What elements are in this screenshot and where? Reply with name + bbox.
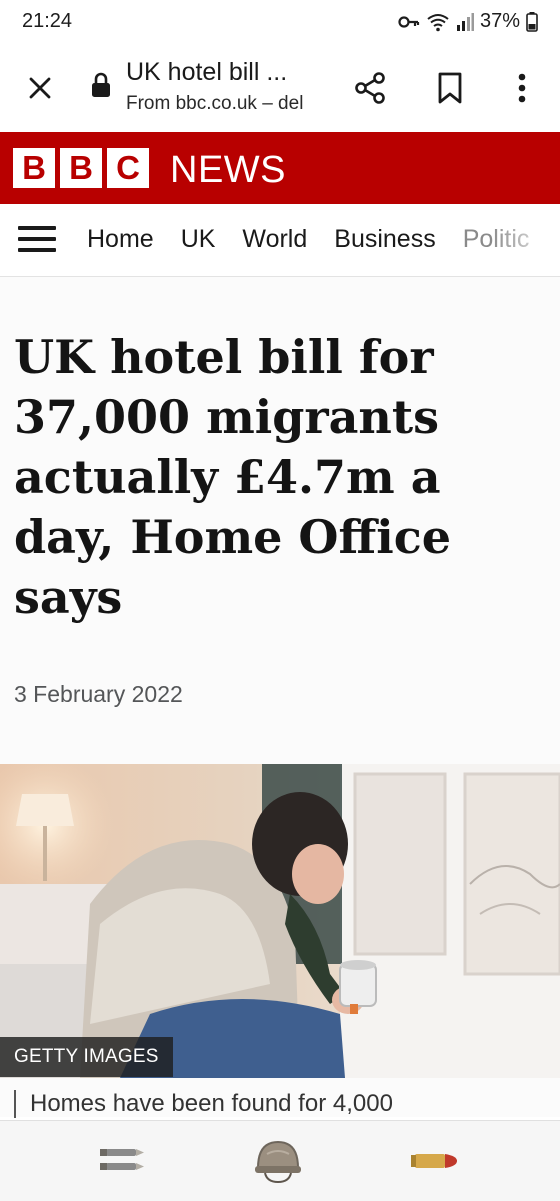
close-icon[interactable] [20, 68, 60, 108]
battery-label: 37% [479, 10, 520, 32]
hamburger-menu-icon[interactable] [18, 226, 56, 256]
bookmark-icon[interactable] [428, 66, 472, 110]
status-bar: 21:24 37% [0, 0, 560, 46]
nav-items: Home UK World Business Politic [87, 225, 529, 254]
status-icons: 37% [398, 10, 538, 33]
page-title[interactable]: UK hotel bill ... [126, 58, 326, 87]
section-nav: Home UK World Business Politic [0, 204, 560, 277]
vpn-key-icon [398, 15, 420, 29]
bullet-icon[interactable] [404, 1135, 464, 1187]
nav-fade-overlay [490, 204, 560, 276]
nav-item-world[interactable]: World [242, 225, 307, 254]
page-url[interactable]: From bbc.co.uk – del [126, 93, 320, 115]
hero-image[interactable]: GETTY IMAGES [0, 764, 560, 1078]
bbc-logo-block: B [13, 148, 55, 188]
custom-tab-toolbar: UK hotel bill ... From bbc.co.uk – del [0, 46, 560, 132]
share-icon[interactable] [348, 66, 392, 110]
wifi-icon [426, 12, 450, 32]
article-date: 3 February 2022 [14, 681, 183, 707]
image-credit: GETTY IMAGES [0, 1037, 173, 1077]
article: UK hotel bill for 37,000 migrants actual… [0, 277, 560, 1118]
nav-item-business[interactable]: Business [334, 225, 435, 254]
bbc-logo[interactable]: B B C [13, 148, 149, 188]
signal-icon [456, 12, 474, 31]
bbc-logo-block: C [107, 148, 149, 188]
bullets-pair-icon[interactable] [92, 1135, 152, 1187]
more-vert-icon[interactable] [500, 66, 544, 110]
bottom-toolbar [0, 1120, 560, 1201]
nav-item-uk[interactable]: UK [181, 225, 216, 254]
lock-icon[interactable] [90, 72, 112, 103]
status-time: 21:24 [22, 10, 73, 32]
battery-icon [526, 11, 538, 32]
bbc-news-header: B B C NEWS [0, 132, 560, 204]
bbc-logo-block: B [60, 148, 102, 188]
news-wordmark[interactable]: NEWS [170, 149, 286, 192]
article-headline: UK hotel bill for 37,000 migrants actual… [14, 330, 451, 624]
hero-illustration [0, 764, 560, 1078]
helmet-icon[interactable] [248, 1135, 308, 1187]
image-caption: Homes have been found for 4,000 [14, 1090, 393, 1118]
nav-item-home[interactable]: Home [87, 225, 154, 254]
